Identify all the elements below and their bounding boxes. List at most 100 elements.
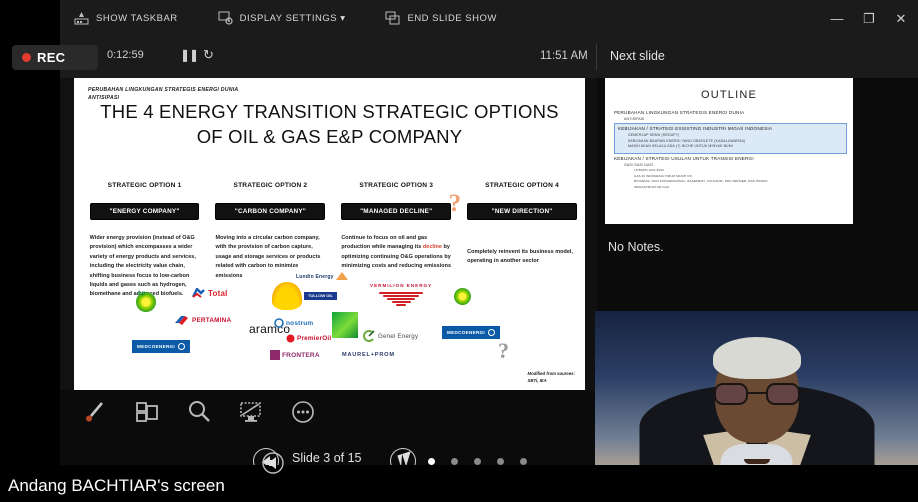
left-gutter [0, 0, 60, 502]
company-logo-wall: bp Total PERTAMINA aramco MEDCOENERGI Lu… [74, 272, 585, 368]
lens-left [713, 383, 748, 405]
logo-medcoenergi-secondary: MEDCOENERGI [442, 326, 501, 339]
slide-dot[interactable] [451, 458, 458, 465]
slide-title-line1: THE 4 ENERGY TRANSITION STRATEGIC OPTION… [100, 101, 559, 122]
end-slideshow-button[interactable]: END SLIDE SHOW [385, 11, 496, 25]
medco-circle-icon [488, 329, 496, 336]
restore-button[interactable]: ❐ [860, 12, 878, 25]
option-heading: STRATEGIC OPTION 2 [233, 182, 308, 189]
slide-title: THE 4 ENERGY TRANSITION STRATEGIC OPTION… [74, 100, 585, 150]
logo-bp-label: bp [138, 290, 146, 297]
logo-aramco-mark [332, 312, 358, 338]
genel-mark-icon [363, 330, 375, 342]
logo-total: Total [192, 288, 228, 299]
unknown-company-question-icon: ? [498, 338, 509, 363]
logo-frontera-label: FRONTERA [282, 351, 320, 359]
medco-circle-icon [178, 343, 186, 350]
window-controls: — ❐ ✕ [828, 0, 910, 36]
lundin-mark-icon [335, 272, 348, 280]
pen-icon[interactable] [82, 399, 108, 425]
slides-grid-icon[interactable] [134, 399, 160, 425]
logo-medcoenergi: MEDCOENERGI [132, 340, 191, 353]
logo-medcoenergi-label-2: MEDCOENERGI [447, 330, 486, 335]
logo-vermilion-label: VERMILION ENERGY [370, 283, 433, 288]
option-body: Continue to focus on oil and gas product… [341, 234, 451, 272]
logo-genel-energy-label: Genel Energy [378, 332, 419, 340]
current-slide: PERUBAHAN LINGKUNGAN STRATEGIS ENERGI DU… [74, 78, 585, 390]
option-body: Completely reinvent its business model, … [467, 249, 574, 265]
recording-bar: REC 0:12:59 ❚❚ ↻ 11:51 AM Next slide [12, 36, 918, 78]
lens-bridge [747, 392, 766, 395]
logo-vermilion: VERMILION ENERGY [370, 274, 432, 307]
option-chip: "CARBON COMPANY" [215, 203, 326, 220]
glasses-icon [713, 383, 800, 405]
magnifier-icon[interactable] [186, 399, 212, 425]
pause-recording-button[interactable]: ❚❚ [180, 48, 199, 62]
taskbar-icon [74, 11, 89, 25]
screen-share-bar: Andang BACHTIAR's screen [0, 465, 918, 502]
lens-right [765, 383, 800, 405]
option-chip: "NEW DIRECTION" [467, 203, 577, 220]
clock-label: 11:51 AM [540, 50, 588, 62]
option-chip: "ENERGY COMPANY" [89, 203, 200, 220]
outline-item: GEMERLAP SEMU (REDUP?) [628, 133, 680, 137]
logo-total-label: Total [208, 289, 228, 298]
slide-dot[interactable] [474, 458, 481, 465]
premier-mark-icon [286, 334, 295, 343]
option-heading: STRATEGIC OPTION 1 [107, 182, 182, 189]
outline-item: MASIH AKAN SELALU ADA (?) NICHE UNTUK MI… [628, 144, 733, 148]
option-body-highlight: decline [422, 244, 442, 251]
end-slideshow-label: END SLIDE SHOW [407, 12, 497, 24]
outline-highlight-group: KEBIJAKAN / STRATEGI EXSISTING INDUSTRI … [614, 122, 847, 154]
record-dot-icon [22, 53, 31, 62]
logo-nostrum: nostrum [274, 318, 313, 328]
minimize-button[interactable]: — [828, 12, 846, 25]
logo-pertamina: PERTAMINA [174, 314, 231, 326]
screen-share-label: Andang BACHTIAR's screen [8, 476, 225, 495]
slide-dot[interactable] [520, 458, 527, 465]
shell-pecten-icon [272, 282, 302, 310]
slide-counter: Slide 3 of 15 [292, 451, 362, 465]
next-slide-pane[interactable]: OUTLINE PERUBAHAN LINGKUNGAN STRATEGIS E… [605, 78, 857, 226]
slide-dot[interactable] [497, 458, 504, 465]
display-settings-label: DISPLAY SETTINGS ▾ [239, 12, 346, 24]
slide-title-line2: OF OIL & GAS E&P COMPANY [196, 125, 463, 147]
logo-nostrum-label: nostrum [286, 319, 314, 327]
frontera-mark-icon [270, 350, 280, 360]
slide-dots [428, 458, 527, 465]
current-slide-stage[interactable]: PERUBAHAN LINGKUNGAN STRATEGIS ENERGI DU… [60, 78, 597, 390]
blank-screen-icon[interactable] [238, 399, 264, 425]
notes-label: No Notes. [608, 240, 664, 254]
end-slideshow-icon [385, 11, 400, 25]
display-settings-button[interactable]: DISPLAY SETTINGS ▾ [218, 11, 346, 25]
bp-flower-icon [454, 288, 471, 305]
vermilion-bars-icon [370, 292, 432, 306]
outline-title: OUTLINE [700, 89, 758, 101]
logo-premier-oil-label: PremierOil [297, 335, 332, 342]
logo-lundin: Lundin Energy [296, 272, 348, 281]
recording-label: REC [37, 50, 66, 65]
close-button[interactable]: ✕ [892, 12, 910, 25]
outline-item: KEBIJAKAN / STRATEGI EXSISTING INDUSTRI … [618, 126, 773, 131]
logo-medcoenergi-label: MEDCOENERGI [137, 344, 176, 349]
outline-item: 18 BOPD GAS 2030 [634, 168, 664, 172]
display-settings-icon [218, 11, 233, 25]
outline-item: KEBIJAKAN BAURAN ENERGI YANG OBSOLETE (K… [628, 138, 746, 143]
outline-item: BIOGENIK, NON KONVENSIONAL, BASEMENT, VU… [634, 179, 768, 183]
more-options-icon[interactable] [290, 399, 316, 425]
presenter-window: SHOW TASKBAR DISPLAY SETTINGS ▾ END SLID… [0, 0, 918, 502]
slide-dot[interactable] [428, 458, 435, 465]
next-slide-thumbnail: OUTLINE PERUBAHAN LINGKUNGAN STRATEGIS E… [605, 78, 853, 224]
logo-premier-oil: PremierOil [286, 334, 331, 343]
slide-credit-text: Modified from sources: SBTi, IEA [527, 371, 575, 383]
logo-pertamina-label: PERTAMINA [192, 316, 232, 324]
divider [596, 44, 597, 70]
option-heading: STRATEGIC OPTION 4 [485, 182, 559, 189]
option-body-pre: Continue to focus on oil and gas product… [341, 235, 428, 251]
restart-recording-button[interactable]: ↻ [203, 47, 214, 63]
next-slide-label: Next slide [610, 49, 665, 63]
option-heading: STRATEGIC OPTION 3 [359, 182, 434, 189]
logo-lundin-label: Lundin Energy [296, 273, 334, 280]
show-taskbar-button[interactable]: SHOW TASKBAR [74, 11, 178, 25]
outline-item: ANTISIPASI [624, 117, 645, 121]
